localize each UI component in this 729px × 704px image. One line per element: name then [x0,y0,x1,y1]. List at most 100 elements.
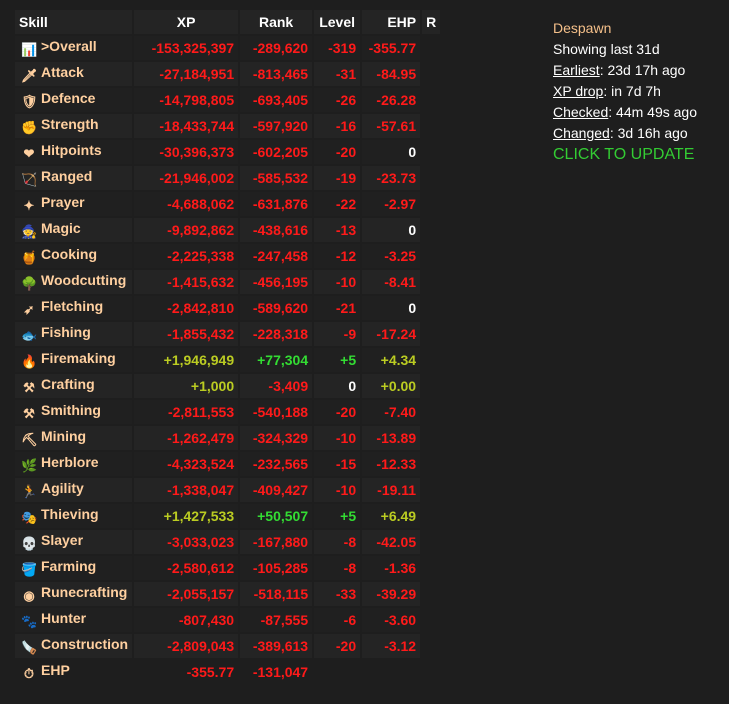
header-ehp[interactable]: EHP [362,10,421,34]
skill-name[interactable]: Prayer [41,194,85,210]
skill-name[interactable]: Hitpoints [41,142,102,158]
r-cell [422,426,440,450]
skill-cell[interactable]: 🪚 Construction [15,634,133,658]
skill-name[interactable]: Agility [41,480,84,496]
header-skill[interactable]: Skill [15,10,133,34]
skill-cell[interactable]: 🍯 Cooking [15,244,133,268]
table-row: ⚒ Crafting +1,000 -3,409 0 +0.00 [15,374,440,398]
skill-cell[interactable]: 🐟 Fishing [15,322,133,346]
r-cell [422,114,440,138]
skill-name[interactable]: >Overall [41,38,97,54]
skill-cell[interactable]: ❤ Hitpoints [15,140,133,164]
xp-cell: -2,809,043 [134,634,239,658]
skill-name[interactable]: Cooking [41,246,97,262]
skill-name[interactable]: Fishing [41,324,91,340]
pickaxe-icon: ⛏ [21,432,38,447]
skill-cell[interactable]: 🌿 Herblore [15,452,133,476]
arrows-icon: ➶ [23,302,35,317]
skill-cell[interactable]: ⚒ Crafting [15,374,133,398]
rank-cell: -693,405 [240,88,313,112]
skills-table: Skill XP Rank Level EHP R 📊 >Overall -153,… [13,8,442,686]
skill-cell[interactable]: 📊 >Overall [15,36,133,60]
skill-cell[interactable]: 🐾 Hunter [15,608,133,632]
skill-name[interactable]: Woodcutting [41,272,126,288]
table-row: 🏃 Agility -1,338,047 -409,427 -10 -19.11 [15,478,440,502]
changed-label[interactable]: Changed [553,125,610,141]
skill-name[interactable]: Mining [41,428,86,444]
skill-cell[interactable]: ✊ Strength [15,114,133,138]
skill-name[interactable]: Defence [41,90,95,106]
xp-cell: -2,055,157 [134,582,239,606]
r-cell [422,556,440,580]
skill-name[interactable]: Runecrafting [41,584,127,600]
skill-cell[interactable]: ◉ Runecrafting [15,582,133,606]
skill-name[interactable]: Crafting [41,376,95,392]
table-row: 🪚 Construction -2,809,043 -389,613 -20 -3.12 [15,634,440,658]
skill-cell[interactable]: 🎭 Thieving [15,504,133,528]
skill-cell[interactable]: 🔥 Firemaking [15,348,133,372]
ehp-cell: -1.36 [362,556,421,580]
earliest-label[interactable]: Earliest [553,62,600,78]
xpdrop-label[interactable]: XP drop [553,83,603,99]
skill-name[interactable]: Herblore [41,454,99,470]
rank-cell: -597,920 [240,114,313,138]
skill-cell[interactable]: 💀 Slayer [15,530,133,554]
heart-icon: ❤ [23,146,35,161]
r-cell [422,374,440,398]
skill-cell: ⏱ EHP [15,660,132,684]
skill-name[interactable]: Firemaking [41,350,116,366]
skill-name[interactable]: Smithing [41,402,101,418]
xp-cell: -807,430 [134,608,239,632]
xp-cell: +1,427,533 [134,504,239,528]
ehp-cell: -355.77 [362,36,421,60]
wizard-hat-icon: 🧙 [21,224,38,239]
ehp-cell: +6.49 [362,504,421,528]
skill-name: EHP [41,662,70,678]
rank-cell: -456,195 [240,270,313,294]
skill-name[interactable]: Farming [41,558,96,574]
skill-name[interactable]: Attack [41,64,84,80]
r-cell [422,400,440,424]
skill-cell[interactable]: 🪣 Farming [15,556,133,580]
skill-name[interactable]: Construction [41,636,128,652]
skill-cell[interactable]: ⚒ Smithing [15,400,133,424]
skill-cell[interactable]: 🗡 Attack [15,62,133,86]
bow-icon: 🏹 [21,172,38,187]
rank-cell: -518,115 [240,582,313,606]
xp-cell: -30,396,373 [134,140,239,164]
rank-cell: -438,616 [240,218,313,242]
skill-cell[interactable]: 🌳 Woodcutting [15,270,133,294]
skill-cell[interactable]: ✦ Prayer [15,192,133,216]
skill-cell[interactable]: 🏃 Agility [15,478,133,502]
ehp-cell: -57.61 [362,114,421,138]
header-level[interactable]: Level [314,10,361,34]
header-xp[interactable]: XP [134,10,239,34]
skill-name[interactable]: Hunter [41,610,86,626]
checked-label[interactable]: Checked [553,104,608,120]
skill-name[interactable]: Thieving [41,506,99,522]
update-button[interactable]: CLICK TO UPDATE [553,144,697,165]
header-r[interactable]: R [422,10,441,34]
skill-cell[interactable]: ➶ Fletching [15,296,133,320]
earliest-value: : 23d 17h ago [599,62,686,78]
level-cell: -26 [314,88,361,112]
level-cell: +5 [314,348,361,372]
skill-name[interactable]: Slayer [41,532,83,548]
xpdrop-line: XP drop: in 7d 7h [553,81,697,102]
skill-cell[interactable]: 🏹 Ranged [15,166,133,190]
level-cell: -10 [314,270,361,294]
skill-cell[interactable]: 🧙 Magic [15,218,133,242]
skill-name[interactable]: Ranged [41,168,92,184]
header-rank[interactable]: Rank [240,10,313,34]
ehp-cell: -42.05 [362,530,421,554]
r-cell [422,296,440,320]
xp-cell: -2,811,553 [134,400,239,424]
skill-cell[interactable]: 🛡 Defence [15,88,133,112]
rank-cell: -389,613 [240,634,313,658]
level-cell: -13 [314,218,361,242]
skill-name[interactable]: Fletching [41,298,103,314]
skill-name[interactable]: Magic [41,220,81,236]
table-row: 🪣 Farming -2,580,612 -105,285 -8 -1.36 [15,556,440,580]
skill-name[interactable]: Strength [41,116,99,132]
skill-cell[interactable]: ⛏ Mining [15,426,133,450]
